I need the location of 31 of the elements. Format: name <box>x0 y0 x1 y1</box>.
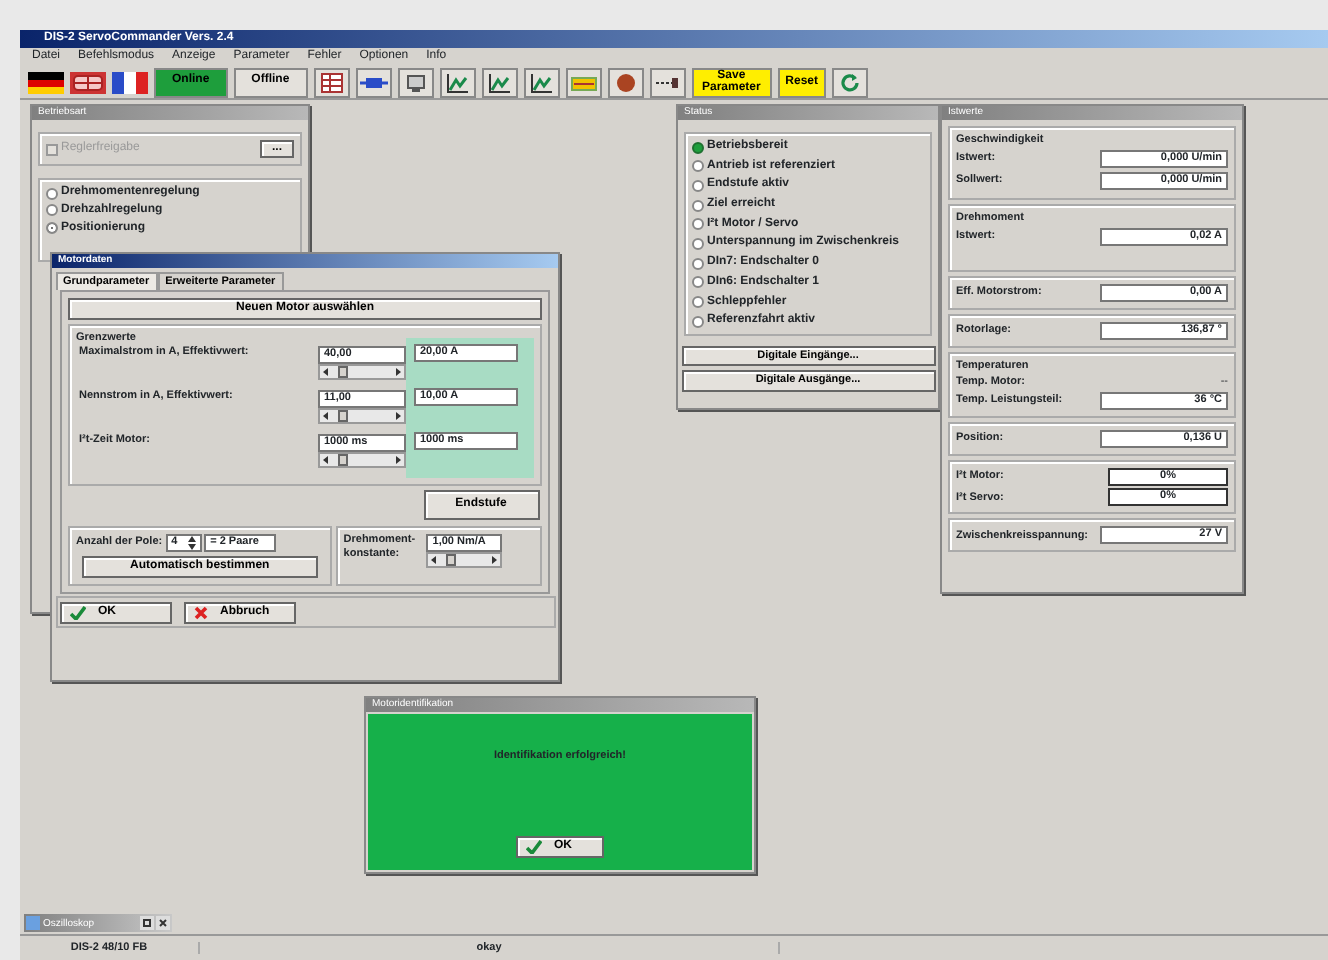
chart-icon[interactable] <box>481 67 518 97</box>
slider-thumb[interactable] <box>338 453 349 466</box>
plug-icon[interactable] <box>355 67 392 97</box>
close-icon[interactable] <box>156 916 170 930</box>
chart-icon[interactable] <box>439 67 476 97</box>
monitor-icon[interactable] <box>397 67 434 97</box>
stop-icon[interactable] <box>607 67 644 97</box>
right-arrow-icon <box>392 365 404 378</box>
check-icon[interactable] <box>70 605 86 620</box>
radio-button[interactable] <box>46 187 58 200</box>
radio-button[interactable] <box>46 222 58 235</box>
restore-icon[interactable] <box>139 916 153 930</box>
cancel-icon[interactable] <box>194 605 208 620</box>
radio-button[interactable] <box>46 204 58 217</box>
chart-icon[interactable] <box>523 67 560 97</box>
slider-thumb[interactable] <box>338 409 349 422</box>
slider-thumb[interactable] <box>446 554 457 567</box>
app-icon <box>26 916 40 930</box>
right-arrow-icon <box>392 453 404 466</box>
right-arrow-icon <box>488 554 501 567</box>
slider-thumb[interactable] <box>338 365 349 378</box>
left-arrow-icon <box>320 365 332 378</box>
refresh-icon[interactable] <box>832 67 869 97</box>
left-arrow-icon <box>320 453 332 466</box>
spinner-arrows-icon <box>187 536 196 551</box>
left-arrow-icon <box>428 554 441 567</box>
left-arrow-icon <box>320 409 332 422</box>
slider[interactable] <box>426 552 503 569</box>
right-arrow-icon <box>392 409 404 422</box>
check-icon[interactable] <box>526 839 542 854</box>
table-icon[interactable] <box>313 67 350 97</box>
